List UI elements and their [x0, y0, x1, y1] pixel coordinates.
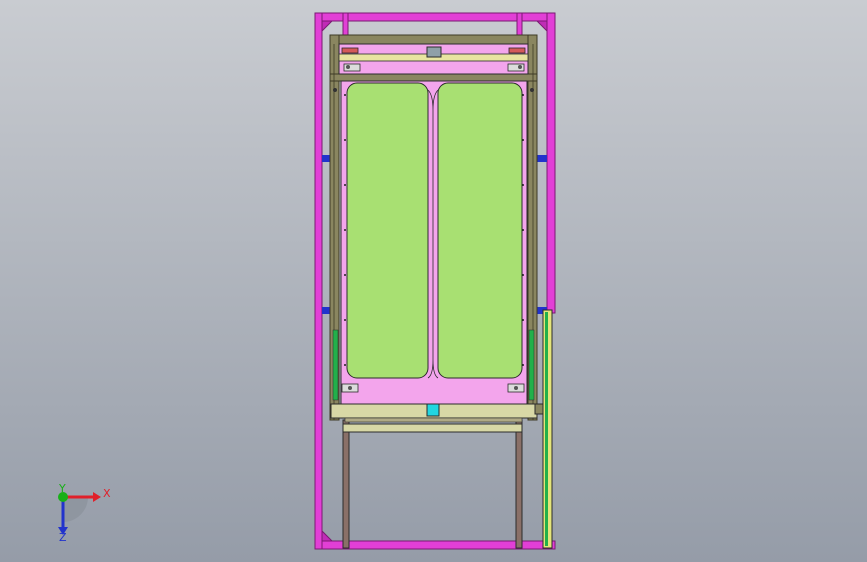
frame-screw-tr	[530, 88, 534, 92]
coordinate-triad: X Y Z	[58, 482, 111, 544]
door-green-panel-right	[437, 82, 523, 379]
lower-legs	[342, 419, 523, 549]
triad-x-arrow	[93, 492, 101, 502]
triad-y-label: Y	[58, 482, 66, 495]
top-center-lock	[426, 46, 442, 58]
gusset-top-left	[321, 20, 334, 33]
gusset-top-right	[535, 20, 548, 33]
bracket-right-upper	[537, 155, 547, 162]
frame-screw-tl	[333, 88, 337, 92]
inner-frame-upper-rail	[329, 73, 538, 82]
bottom-beam-assembly	[330, 403, 551, 423]
slide-rail-left	[332, 329, 339, 401]
triad-x-label: X	[103, 487, 111, 500]
top-panel-assembly	[338, 43, 529, 75]
side-rail-green-strip	[545, 312, 548, 546]
main-door[interactable]	[332, 80, 535, 407]
leg-left-outer	[342, 419, 350, 549]
door-handle-icon	[426, 403, 440, 417]
gusset-bottom-left	[321, 529, 334, 542]
slide-rail-right	[528, 329, 535, 401]
outer-frame-left-post	[314, 12, 323, 550]
cad-viewport[interactable]: X Y Z	[0, 0, 867, 562]
bottom-beam-lower-strip	[344, 417, 523, 423]
triad-shadow	[63, 497, 88, 522]
inner-frame-top-beam	[329, 34, 538, 45]
lower-crossbar	[342, 423, 523, 433]
outer-frame-right-post	[546, 12, 556, 314]
leg-right-outer	[515, 419, 523, 549]
triad-z-label: Z	[59, 531, 67, 544]
bottom-right-latch-icon	[507, 383, 525, 393]
side-rail-assembly	[542, 309, 553, 549]
door-green-panel-left	[346, 82, 429, 379]
bottom-left-latch-icon	[341, 383, 359, 393]
